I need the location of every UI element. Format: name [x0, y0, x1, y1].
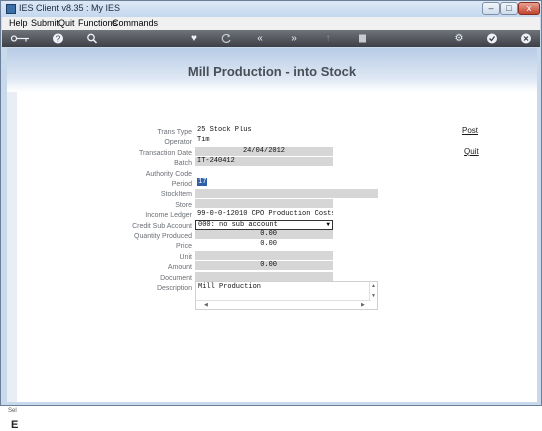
side-panel-letter: E: [11, 419, 19, 431]
price-field[interactable]: 0.00: [195, 240, 333, 249]
credit-sub-account-label: Credit Sub Account: [132, 223, 192, 230]
batch-label: Batch: [174, 160, 192, 167]
rewind-icon[interactable]: «: [254, 32, 266, 45]
unit-field[interactable]: [195, 251, 333, 260]
work-area: Mill Production - into Stock Sel E Trans…: [7, 48, 537, 431]
help-icon[interactable]: ?: [52, 32, 64, 45]
period-field[interactable]: 17: [195, 178, 333, 187]
amount-label: Amount: [167, 264, 192, 271]
toolbar: ? ♥ « » ↑ ⚙: [2, 30, 540, 47]
trans-type-label: Trans Type: [157, 129, 192, 136]
check-icon[interactable]: [486, 32, 498, 45]
upload-icon[interactable]: ↑: [322, 32, 334, 45]
operator-label: Operator: [164, 139, 192, 146]
menu-commands[interactable]: Commands: [112, 18, 158, 28]
gear-icon[interactable]: ⚙: [453, 32, 465, 45]
title-bar[interactable]: IES Client v8.35 : My IES – □ x: [1, 1, 541, 17]
stockitem-field[interactable]: [195, 189, 378, 198]
operator-field[interactable]: Tim: [195, 136, 333, 145]
key-icon[interactable]: [10, 32, 30, 45]
trans-type-field[interactable]: 25 Stock Plus: [195, 126, 333, 135]
post-link[interactable]: Post: [462, 126, 478, 135]
menu-submit[interactable]: Submit: [31, 18, 59, 28]
quantity-produced-field[interactable]: 0.00: [195, 230, 333, 239]
description-textarea[interactable]: Mill Production ▲ ▼ ◀ ▶: [195, 281, 378, 310]
income-ledger-field[interactable]: 99-0-0-12010 CPO Production Costs: [195, 210, 333, 219]
header-band: Mill Production - into Stock: [7, 48, 537, 92]
menu-quit[interactable]: Quit: [58, 18, 75, 28]
side-panel-label: Sel: [8, 408, 17, 414]
income-ledger-label: Income Ledger: [145, 212, 192, 219]
close-window-button[interactable]: x: [518, 2, 540, 15]
scroll-down-icon[interactable]: ▼: [371, 293, 376, 299]
menu-help[interactable]: Help: [9, 18, 28, 28]
fast-forward-icon[interactable]: »: [288, 32, 300, 45]
minimize-button[interactable]: –: [482, 2, 500, 15]
batch-field[interactable]: IT-240412: [195, 157, 333, 166]
store-label: Store: [175, 202, 192, 209]
search-icon[interactable]: [86, 32, 98, 45]
unit-label: Unit: [179, 254, 192, 261]
heart-icon[interactable]: ♥: [188, 32, 200, 45]
maximize-button[interactable]: □: [500, 2, 518, 15]
document-field[interactable]: [195, 272, 333, 281]
close-icon[interactable]: [520, 32, 532, 45]
price-label: Price: [176, 243, 192, 250]
quantity-produced-label: Quantity Produced: [134, 233, 192, 240]
refresh-icon[interactable]: [220, 32, 232, 45]
authority-code-label: Authority Code: [145, 171, 192, 178]
svg-text:?: ?: [56, 35, 61, 44]
description-vertical-scrollbar[interactable]: ▲ ▼: [369, 282, 377, 301]
quit-link[interactable]: Quit: [464, 147, 479, 156]
description-text: Mill Production: [198, 283, 262, 291]
dropdown-arrow-icon[interactable]: ▼: [326, 221, 330, 229]
description-label: Description: [156, 285, 192, 292]
app-icon: [6, 4, 16, 14]
scroll-up-icon[interactable]: ▲: [371, 283, 376, 289]
left-side-panel[interactable]: Sel E: [7, 92, 18, 431]
app-window: IES Client v8.35 : My IES – □ x Help Sub…: [0, 0, 542, 431]
stop-icon[interactable]: [357, 32, 369, 45]
amount-field[interactable]: 0.00: [195, 261, 333, 270]
transaction-date-label: Transaction Date: [138, 150, 192, 157]
scroll-right-icon[interactable]: ▶: [361, 302, 365, 308]
period-label: Period: [171, 181, 192, 188]
transaction-date-field[interactable]: 24/04/2012: [195, 147, 333, 156]
description-horizontal-scrollbar[interactable]: ◀ ▶: [196, 300, 371, 309]
credit-sub-account-select[interactable]: 000: no sub account ▼: [195, 220, 333, 230]
authority-code-field[interactable]: [195, 168, 333, 177]
page-title: Mill Production - into Stock: [187, 64, 357, 79]
menu-bar: Help Submit Quit Functions Commands: [2, 17, 540, 30]
period-value: 17: [197, 178, 208, 186]
store-field[interactable]: [195, 199, 333, 208]
scroll-left-icon[interactable]: ◀: [204, 302, 208, 308]
document-label: Document: [160, 275, 192, 282]
stockitem-label: StockItem: [160, 191, 192, 198]
credit-sub-account-value: 000: no sub account: [198, 221, 278, 229]
window-title: IES Client v8.35 : My IES: [19, 3, 121, 13]
